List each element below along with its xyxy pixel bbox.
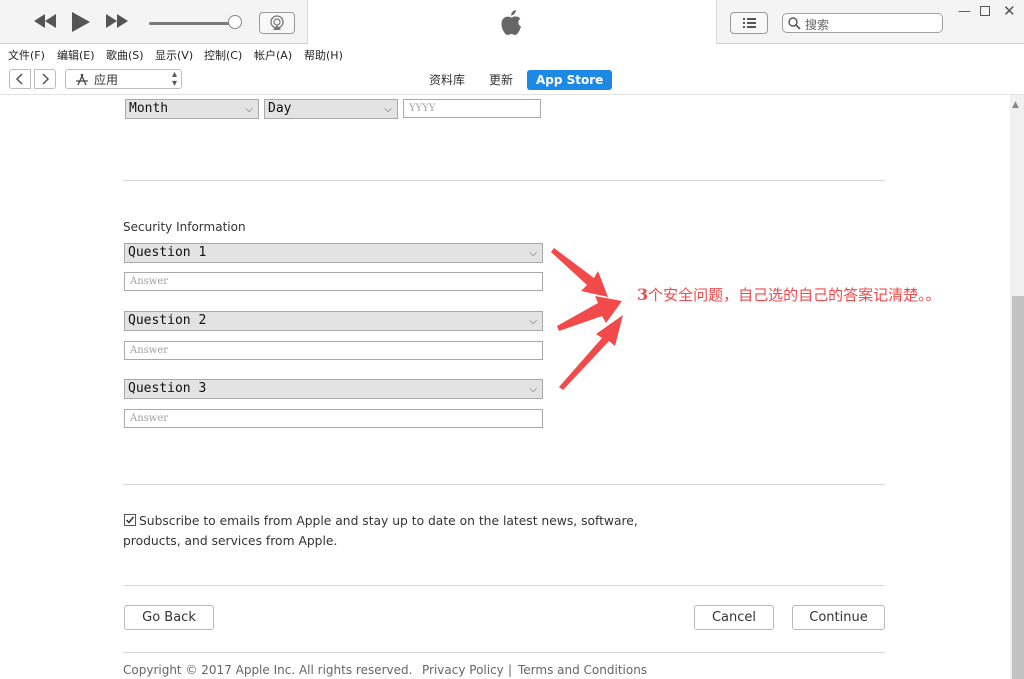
maximize-icon[interactable] <box>980 4 991 21</box>
search-placeholder: 搜索 <box>805 18 830 32</box>
birth-month-select[interactable]: Month ⌵ <box>125 99 259 119</box>
airplay-button[interactable] <box>259 12 295 34</box>
back-button[interactable] <box>9 69 31 89</box>
annotation-number: 3 <box>637 285 649 304</box>
airplay-icon <box>270 15 284 30</box>
navigation-bar: 应用 ▴ ▾ 资料库 更新 App Store <box>0 64 1024 95</box>
menu-songs[interactable]: 歌曲(S) <box>106 47 144 63</box>
tab-updates[interactable]: 更新 <box>489 70 513 90</box>
forward-icon <box>42 73 50 85</box>
cancel-button[interactable]: Cancel <box>694 605 774 630</box>
subscribe-text-line-1: Subscribe to emails from Apple and stay … <box>139 514 638 528</box>
apple-logo-icon <box>501 10 521 35</box>
security-question-2-label: Question 2 <box>128 313 207 328</box>
back-icon <box>15 73 23 85</box>
divider <box>123 652 885 653</box>
security-answer-2-placeholder: Answer <box>130 345 169 356</box>
copyright-text: Copyright © 2017 Apple Inc. All rights r… <box>123 663 413 677</box>
search-icon <box>788 17 801 30</box>
subscribe-checkbox[interactable] <box>124 514 136 526</box>
birth-day-select[interactable]: Day ⌵ <box>264 99 398 119</box>
arrow-icon <box>551 248 608 297</box>
security-question-3-label: Question 3 <box>128 381 207 396</box>
minimize-icon[interactable]: — <box>958 4 971 19</box>
security-answer-1-input[interactable]: Answer <box>124 272 543 291</box>
forward-button[interactable] <box>34 69 56 89</box>
up-next-list-button[interactable] <box>730 12 768 34</box>
close-icon[interactable]: ✕ <box>1003 2 1016 20</box>
security-question-1-label: Question 1 <box>128 245 207 260</box>
continue-button[interactable]: Continue <box>792 605 885 630</box>
tab-library[interactable]: 资料库 <box>429 70 465 90</box>
security-answer-3-placeholder: Answer <box>130 413 169 424</box>
chevron-down-icon: ⌵ <box>529 248 537 259</box>
security-question-1-select[interactable]: Question 1 ⌵ <box>124 243 543 263</box>
volume-slider-track[interactable] <box>149 22 237 25</box>
privacy-policy-link[interactable]: Privacy Policy <box>422 663 504 677</box>
security-question-3-select[interactable]: Question 3 ⌵ <box>124 379 543 399</box>
divider <box>123 180 885 181</box>
checkbox-checked-icon <box>125 516 135 524</box>
footer-separator: | <box>508 663 513 677</box>
play-icon[interactable] <box>72 12 90 36</box>
divider <box>123 585 885 586</box>
birth-month-value: Month <box>129 101 169 116</box>
list-icon <box>743 18 756 28</box>
chevron-down-icon: ⌵ <box>245 104 253 115</box>
subscribe-text-line-2: products, and services from Apple. <box>123 534 338 548</box>
player-toolbar: 搜索 — ✕ <box>0 0 1024 44</box>
search-input[interactable]: 搜索 <box>782 13 943 33</box>
fast-forward-icon[interactable] <box>106 14 128 32</box>
annotation-text: 3个安全问题，自己选的自己的答案记清楚。。 <box>637 284 941 305</box>
birth-day-value: Day <box>268 101 292 116</box>
security-section-title: Security Information <box>123 220 246 234</box>
menu-controls[interactable]: 控制(C) <box>204 47 242 63</box>
security-answer-2-input[interactable]: Answer <box>124 341 543 360</box>
menu-account[interactable]: 帐户(A) <box>254 47 292 63</box>
tab-app-store[interactable]: App Store <box>527 70 613 90</box>
security-answer-3-input[interactable]: Answer <box>124 409 543 428</box>
media-type-label: 应用 <box>94 73 119 87</box>
birth-year-placeholder: YYYY <box>409 103 436 114</box>
annotation-message: 个安全问题，自己选的自己的答案记清楚。。 <box>648 286 941 304</box>
menu-bar: 文件(F) 编辑(E) 歌曲(S) 显示(V) 控制(C) 帐户(A) 帮助(H… <box>0 44 1024 64</box>
chevron-down-icon: ⌵ <box>384 104 392 115</box>
menu-help[interactable]: 帮助(H) <box>304 47 343 63</box>
scrollbar-thumb[interactable] <box>1012 296 1024 679</box>
birth-year-input[interactable]: YYYY <box>403 99 541 118</box>
go-back-button[interactable]: Go Back <box>124 605 214 630</box>
security-question-2-select[interactable]: Question 2 ⌵ <box>124 311 543 331</box>
security-answer-1-placeholder: Answer <box>130 276 169 287</box>
terms-link[interactable]: Terms and Conditions <box>518 663 647 677</box>
chevron-updown-icon: ▴ ▾ <box>171 69 177 89</box>
annotation-arrows <box>551 248 623 390</box>
rewind-icon[interactable] <box>34 14 56 32</box>
app-store-icon <box>76 73 88 86</box>
menu-edit[interactable]: 编辑(E) <box>57 47 95 63</box>
chevron-down-icon: ⌵ <box>529 316 537 327</box>
volume-slider-handle[interactable] <box>228 15 242 29</box>
divider <box>123 484 885 485</box>
menu-view[interactable]: 显示(V) <box>155 47 193 63</box>
status-display <box>307 0 717 44</box>
menu-file[interactable]: 文件(F) <box>8 47 45 63</box>
scroll-up-icon[interactable]: ▲ <box>1012 100 1019 110</box>
chevron-down-icon: ⌵ <box>529 384 537 395</box>
media-type-selector[interactable]: 应用 ▴ ▾ <box>65 69 182 89</box>
